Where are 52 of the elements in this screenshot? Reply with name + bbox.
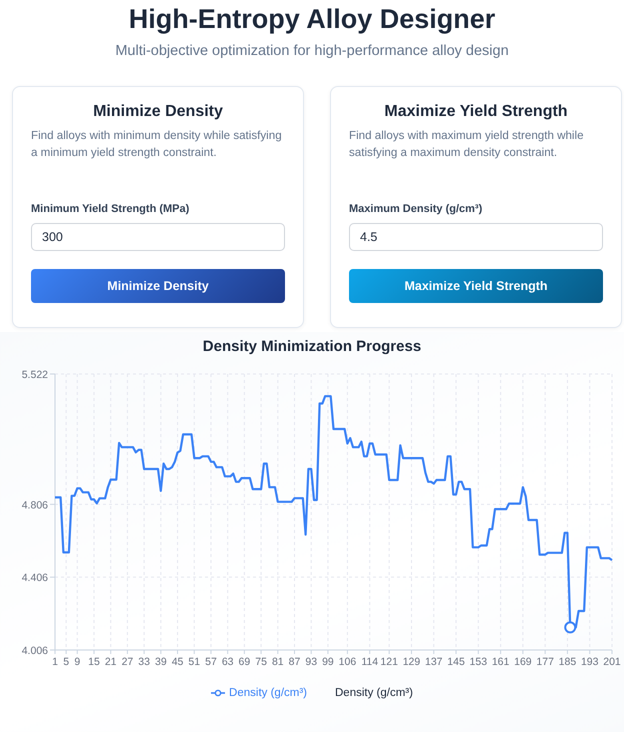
x-tick-label: 114 [361,656,378,668]
y-tick-label: 5.522 [22,369,48,381]
x-tick-label: 93 [305,656,318,668]
x-tick-label: 57 [205,656,217,668]
chart-title: Density Minimization Progress [202,338,422,355]
x-tick-label: 9 [74,656,80,668]
x-tick-label: 129 [402,656,420,668]
x-tick-label: 137 [425,656,443,668]
input-field[interactable]: 4.5 [349,223,603,251]
x-tick-label: 75 [255,656,267,668]
x-tick-label: 106 [338,656,356,668]
x-tick-label: 39 [154,656,167,668]
x-tick-label: 15 [88,656,100,668]
legend-line-icon [211,689,226,697]
x-tick-label: 201 [603,656,621,668]
x-tick-label: 45 [172,656,184,668]
x-tick-label: 177 [536,656,554,668]
input-field[interactable]: 300 [31,223,285,251]
page-title: High-Entropy Alloy Designer [128,4,496,35]
optimize-button[interactable]: Minimize Density [31,269,285,303]
x-tick-label: 153 [470,656,488,668]
field-label: Maximum Density (g/cm³) [349,203,482,215]
card-title: Minimize Density [92,103,224,121]
x-tick-label: 185 [558,656,576,668]
axis-label: Density (g/cm³) [335,687,413,699]
x-tick-label: 63 [222,656,234,668]
card-title: Maximize Yield Strength [383,103,569,121]
card-description: Find alloys with maximum yield strength while satisfying a maximum density constraint. [349,128,585,161]
x-tick-label: 87 [288,656,300,668]
x-tick-label: 33 [138,656,150,668]
y-tick-label: 4.806 [22,499,48,512]
x-tick-label: 81 [272,656,284,668]
y-tick-label: 4.006 [22,645,48,657]
x-tick-label: 99 [322,656,334,668]
x-tick-label: 161 [492,656,510,668]
x-tick-label: 193 [580,656,598,668]
card-description: Find alloys with minimum density while satisfying a minimum yield strength constraint. [31,128,283,161]
legend-label: Density (g/cm³) [229,687,307,699]
x-tick-label: 145 [447,656,465,668]
x-tick-label: 69 [238,656,250,668]
data-point-marker [564,621,576,634]
y-tick-label: 4.406 [22,572,48,584]
x-tick-label: 169 [514,656,532,668]
x-tick-label: 5 [63,656,70,668]
x-tick-label: 121 [380,656,398,668]
x-tick-label: 27 [122,656,134,668]
x-tick-label: 1 [52,656,58,668]
page-subtitle: Multi-objective optimization for high-performance alloy design [115,43,509,59]
x-tick-label: 51 [188,656,200,668]
x-tick-label: 21 [104,656,117,668]
field-label: Minimum Yield Strength (MPa) [31,203,190,215]
optimize-button[interactable]: Maximize Yield Strength [349,269,603,303]
